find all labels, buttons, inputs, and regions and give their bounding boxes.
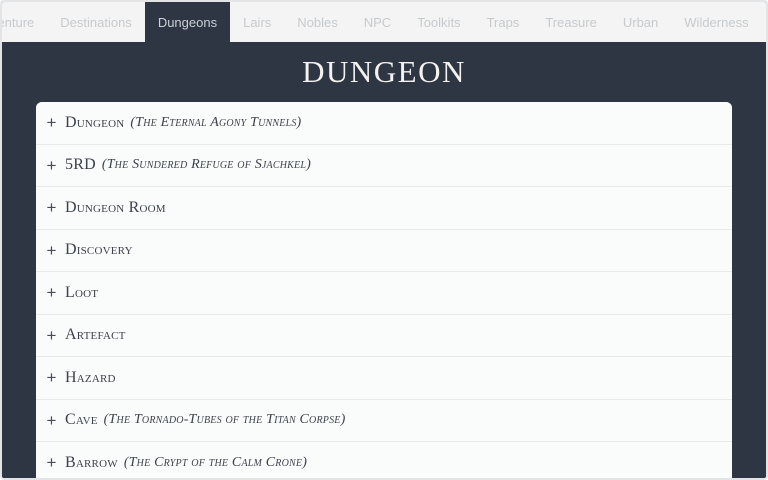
accordion-item-note: (The Sundered Refuge of Sjachkel) [101, 157, 311, 173]
tab-traps[interactable]: Traps [474, 2, 533, 42]
plus-icon: + [46, 240, 57, 260]
accordion-item-note: (The Eternal Agony Tunnels) [130, 114, 302, 130]
accordion-item-label: Loot [65, 283, 99, 301]
accordion-item-label: Barrow [65, 453, 118, 471]
tab-urban[interactable]: Urban [610, 2, 671, 42]
tab-npc[interactable]: NPC [351, 2, 404, 42]
plus-icon: + [46, 283, 57, 303]
tab-treasure[interactable]: Treasure [532, 2, 610, 42]
accordion-item-hazard[interactable]: + Hazard [36, 357, 732, 400]
plus-icon: + [46, 113, 57, 133]
accordion-item-barrow[interactable]: + Barrow (The Crypt of the Calm Crone) [36, 442, 732, 478]
accordion-item-label: Dungeon Room [65, 198, 166, 216]
accordion-item-artefact[interactable]: + Artefact [36, 314, 732, 357]
plus-icon: + [46, 325, 57, 345]
accordion-item-cave[interactable]: + Cave (The Tornado-Tubes of the Titan C… [36, 399, 732, 442]
accordion-item-label: Discovery [65, 241, 133, 259]
page-title: DUNGEON [302, 54, 466, 89]
top-nav: Adventure Destinations Dungeons Lairs No… [2, 2, 766, 42]
accordion-card: + Dungeon (The Eternal Agony Tunnels) + … [36, 102, 732, 478]
accordion-item-loot[interactable]: + Loot [36, 272, 732, 315]
plus-icon: + [46, 198, 57, 218]
tab-wilderness[interactable]: Wilderness [671, 2, 761, 42]
tab-adventure[interactable]: Adventure [2, 2, 47, 42]
tab-destinations[interactable]: Destinations [47, 2, 145, 42]
tab-lairs[interactable]: Lairs [230, 2, 284, 42]
accordion-item-label: 5RD [65, 156, 96, 174]
plus-icon: + [46, 410, 57, 430]
accordion-item-label: Artefact [65, 326, 126, 344]
page-header: DUNGEON [2, 42, 766, 102]
tab-dungeons[interactable]: Dungeons [144, 2, 231, 42]
plus-icon: + [46, 368, 57, 388]
tab-nobles[interactable]: Nobles [284, 2, 350, 42]
plus-icon: + [46, 453, 57, 473]
accordion-item-note: (The Crypt of the Calm Crone) [123, 454, 308, 470]
accordion-item-label: Cave [65, 411, 98, 429]
app-window: Adventure Destinations Dungeons Lairs No… [0, 0, 768, 480]
accordion-item-dungeon-room[interactable]: + Dungeon Room [36, 187, 732, 230]
tab-toolkits[interactable]: Toolkits [404, 2, 473, 42]
accordion-item-dungeon[interactable]: + Dungeon (The Eternal Agony Tunnels) [36, 102, 732, 145]
accordion-item-note: (The Tornado-Tubes of the Titan Corpse) [103, 412, 346, 428]
accordion-item-5rd[interactable]: + 5RD (The Sundered Refuge of Sjachkel) [36, 144, 732, 187]
accordion-item-label: Dungeon [65, 113, 125, 131]
accordion-item-discovery[interactable]: + Discovery [36, 229, 732, 272]
accordion-item-label: Hazard [65, 368, 116, 386]
plus-icon: + [46, 155, 57, 175]
tab-toosarpin[interactable]: toosarpin [762, 2, 766, 42]
